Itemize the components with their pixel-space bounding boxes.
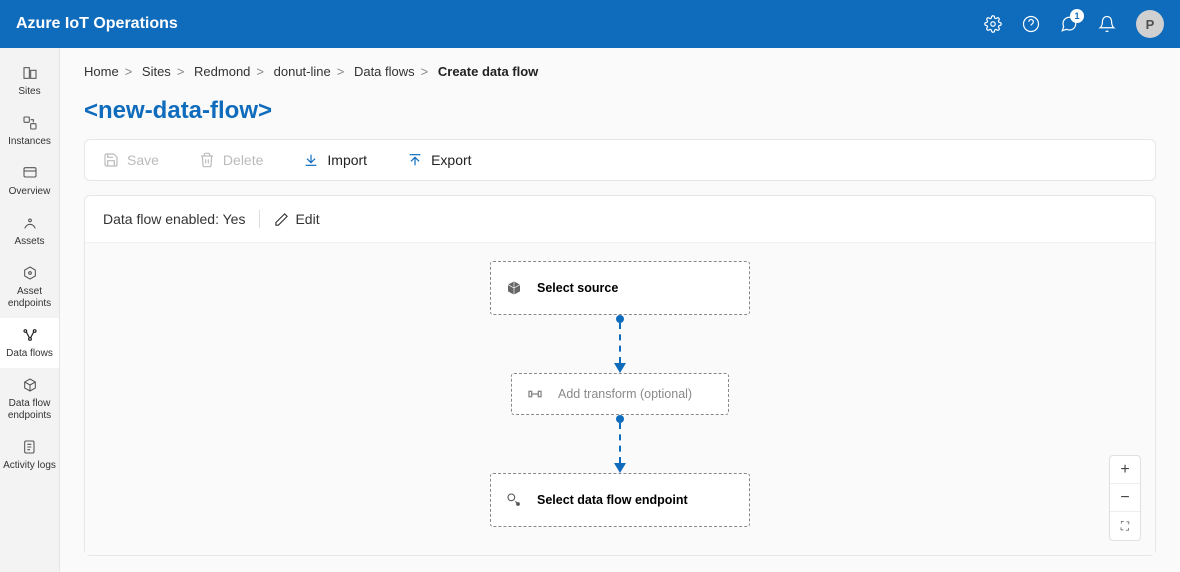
edit-button[interactable]: Edit <box>274 211 319 227</box>
feedback-icon[interactable]: 1 <box>1060 15 1078 33</box>
zoom-in-button[interactable]: + <box>1110 456 1140 484</box>
export-button[interactable]: Export <box>407 152 471 168</box>
assets-icon <box>21 214 39 232</box>
sidebar-item-assets[interactable]: Assets <box>0 206 59 256</box>
sidebar-item-data-flows[interactable]: Data flows <box>0 318 59 368</box>
flow-connector <box>614 315 626 373</box>
zoom-controls: + − ⛶ <box>1109 455 1141 541</box>
endpoint-icon <box>505 492 523 508</box>
data-flows-icon <box>21 326 39 344</box>
breadcrumb-item[interactable]: Home <box>84 64 119 79</box>
avatar[interactable]: P <box>1136 10 1164 38</box>
product-name: Azure IoT Operations <box>16 15 178 33</box>
delete-icon <box>199 152 215 168</box>
flow-canvas[interactable]: Select source Add transform (optional) <box>85 243 1155 555</box>
cube-icon <box>505 280 523 296</box>
settings-icon[interactable] <box>984 15 1002 33</box>
instances-icon <box>21 114 39 132</box>
sidebar-item-overview[interactable]: Overview <box>0 156 59 206</box>
sidebar-item-sites[interactable]: Sites <box>0 56 59 106</box>
save-icon <box>103 152 119 168</box>
flow-connector <box>614 415 626 473</box>
sidebar: Sites Instances Overview Assets Asset en… <box>0 48 60 572</box>
canvas-panel: Data flow enabled: Yes Edit Select sourc… <box>84 195 1156 556</box>
page-title: <new-data-flow> <box>84 97 1156 125</box>
sidebar-item-activity-logs[interactable]: Activity logs <box>0 430 59 480</box>
header-actions: 1 P <box>984 10 1164 38</box>
import-button[interactable]: Import <box>303 152 367 168</box>
zoom-fit-button[interactable]: ⛶ <box>1110 512 1140 540</box>
breadcrumb-item[interactable]: donut-line <box>274 64 331 79</box>
help-icon[interactable] <box>1022 15 1040 33</box>
select-source-node[interactable]: Select source <box>490 261 750 315</box>
export-icon <box>407 152 423 168</box>
breadcrumb: Home> Sites> Redmond> donut-line> Data f… <box>84 64 1156 79</box>
import-icon <box>303 152 319 168</box>
sidebar-item-asset-endpoints[interactable]: Asset endpoints <box>0 256 59 318</box>
sites-icon <box>21 64 39 82</box>
select-destination-node[interactable]: Select data flow endpoint <box>490 473 750 527</box>
edit-icon <box>274 212 289 227</box>
transform-icon <box>526 386 544 402</box>
sidebar-item-dataflow-endpoints[interactable]: Data flow endpoints <box>0 368 59 430</box>
app-header: Azure IoT Operations 1 P <box>0 0 1180 48</box>
dataflow-enabled-label: Data flow enabled: Yes <box>103 211 245 227</box>
zoom-out-button[interactable]: − <box>1110 484 1140 512</box>
breadcrumb-current: Create data flow <box>438 64 538 79</box>
asset-endpoints-icon <box>21 264 39 282</box>
dataflow-endpoints-icon <box>21 376 39 394</box>
add-transform-node[interactable]: Add transform (optional) <box>511 373 729 415</box>
toolbar: Save Delete Import Export <box>85 140 1155 180</box>
content-area: Home> Sites> Redmond> donut-line> Data f… <box>60 48 1180 572</box>
status-row: Data flow enabled: Yes Edit <box>85 196 1155 243</box>
delete-button: Delete <box>199 152 263 168</box>
save-button: Save <box>103 152 159 168</box>
breadcrumb-item[interactable]: Redmond <box>194 64 250 79</box>
breadcrumb-item[interactable]: Data flows <box>354 64 415 79</box>
breadcrumb-item[interactable]: Sites <box>142 64 171 79</box>
toolbar-panel: Save Delete Import Export <box>84 139 1156 181</box>
sidebar-item-instances[interactable]: Instances <box>0 106 59 156</box>
activity-logs-icon <box>21 438 39 456</box>
notification-badge: 1 <box>1070 9 1084 23</box>
overview-icon <box>21 164 39 182</box>
notifications-icon[interactable] <box>1098 15 1116 33</box>
